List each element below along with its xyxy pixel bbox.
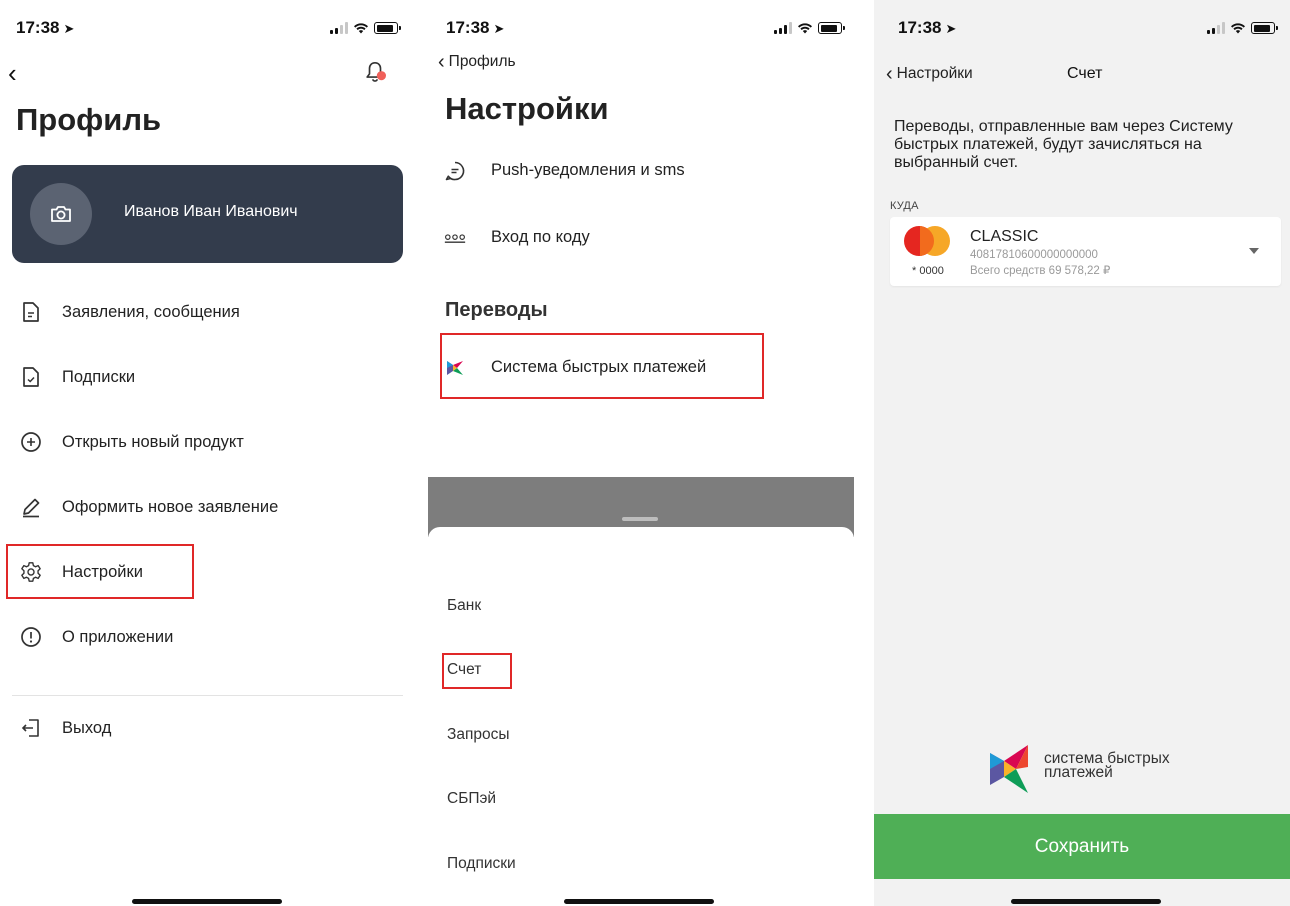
document-icon [20, 301, 42, 323]
sheet-grabber[interactable] [622, 517, 658, 521]
divider [12, 695, 403, 696]
menu-item-about[interactable]: О приложении [0, 617, 420, 657]
wifi-icon [1231, 23, 1245, 34]
avatar[interactable] [30, 183, 92, 245]
back-icon: ‹ [886, 63, 893, 85]
card-mask: * 0000 [912, 265, 944, 277]
pin-code-icon [444, 227, 466, 249]
sheet-item-bank[interactable]: Банк [447, 597, 481, 615]
description-text: Переводы, отправленные вам через Систему… [894, 118, 1233, 171]
profile-card[interactable]: Иванов Иван Иванович [12, 165, 403, 263]
menu-item-new-application[interactable]: Оформить новое заявление [0, 487, 420, 527]
menu-item-label: О приложении [62, 627, 174, 646]
account-select[interactable]: * 0000 CLASSIC 40817810600000000000 Всег… [890, 217, 1281, 286]
settings-item-label: Вход по коду [491, 228, 590, 246]
account-screen: 17:38 ➤ ‹ Настройки Счет Переводы, отправ… [874, 0, 1290, 906]
page-title: Профиль [16, 102, 162, 137]
status-icons [1207, 20, 1278, 36]
status-time: 17:38 ➤ [16, 18, 75, 37]
profile-screen: 17:38 ➤ ‹ Профиль Иванов Иван Иванович За… [0, 0, 420, 906]
highlight-account [442, 653, 512, 689]
sbp-logo-icon [990, 745, 1028, 793]
bottom-sheet [428, 527, 854, 906]
back-icon[interactable]: ‹ [8, 58, 17, 89]
section-title-transfers: Переводы [445, 299, 548, 321]
home-indicator [132, 899, 282, 904]
menu-item-label: Подписки [62, 367, 136, 386]
back-label: Профиль [448, 53, 516, 70]
save-button[interactable]: Сохранить [874, 814, 1290, 879]
location-arrow-icon: ➤ [945, 21, 957, 36]
cellular-signal-icon [774, 22, 792, 34]
status-icons [330, 20, 401, 36]
info-circle-icon [20, 626, 42, 648]
back-button[interactable]: ‹ Профиль [438, 52, 516, 72]
battery-icon [374, 22, 401, 34]
menu-item-label: Оформить новое заявление [62, 497, 279, 516]
status-time: 17:38 ➤ [446, 18, 505, 37]
status-time: 17:38 ➤ [898, 18, 957, 37]
cellular-signal-icon [330, 22, 348, 34]
dropdown-arrow-icon [1249, 248, 1259, 254]
status-bar: 17:38 ➤ [874, 18, 1290, 40]
menu-item-label: Открыть новый продукт [62, 432, 244, 451]
wifi-icon [354, 23, 368, 34]
highlight-settings [6, 544, 194, 599]
sheet-item-sbpay[interactable]: СБПэй [447, 790, 496, 808]
settings-item-label: Push-уведомления и sms [491, 161, 685, 179]
sbp-logo: система быстрых платежей [988, 743, 1188, 797]
camera-icon [51, 206, 71, 222]
bell-icon[interactable] [364, 60, 386, 84]
menu-item-label: Заявления, сообщения [62, 302, 240, 321]
menu-item-applications[interactable]: Заявления, сообщения [0, 292, 420, 332]
menu-item-new-product[interactable]: Открыть новый продукт [0, 422, 420, 462]
battery-icon [818, 22, 845, 34]
menu-item-label: Выход [62, 718, 112, 737]
profile-name: Иванов Иван Иванович [124, 203, 298, 220]
status-bar: 17:38 ➤ [0, 18, 420, 40]
status-bar: 17:38 ➤ [428, 18, 854, 40]
battery-icon [1251, 22, 1278, 34]
logout-icon [20, 717, 42, 739]
sbp-logo-line2: платежей [1044, 764, 1113, 781]
back-button[interactable]: ‹ Настройки [886, 64, 973, 84]
sheet-item-subscriptions[interactable]: Подписки [447, 855, 516, 873]
settings-item-pin-login[interactable]: Вход по коду [428, 218, 854, 258]
highlight-sbp [440, 333, 764, 399]
plus-circle-icon [20, 431, 42, 453]
wifi-icon [798, 23, 812, 34]
home-indicator [564, 899, 714, 904]
location-arrow-icon: ➤ [493, 21, 505, 36]
back-label: Настройки [896, 65, 973, 82]
account-balance: Всего средств 69 578,22 ₽ [970, 265, 1111, 277]
sheet-item-requests[interactable]: Запросы [447, 726, 510, 744]
cellular-signal-icon [1207, 22, 1225, 34]
settings-screen: 17:38 ➤ ‹ Профиль Настройки Push-уведомле… [428, 0, 854, 906]
home-indicator [1011, 899, 1161, 904]
status-icons [774, 20, 845, 36]
mastercard-icon [904, 226, 958, 256]
page-title: Настройки [445, 91, 609, 126]
nav-title: Счет [1067, 65, 1103, 82]
account-name: CLASSIC [970, 228, 1039, 245]
account-number: 40817810600000000000 [970, 249, 1098, 261]
sbp-logo-text: система быстрых платежей [1044, 751, 1170, 781]
menu-item-subscriptions[interactable]: Подписки [0, 357, 420, 397]
pencil-icon [20, 496, 42, 518]
settings-item-push[interactable]: Push-уведомления и sms [428, 151, 854, 191]
location-arrow-icon: ➤ [63, 21, 75, 36]
chat-bubble-icon [444, 160, 466, 182]
field-label-to: КУДА [890, 200, 919, 212]
menu-item-logout[interactable]: Выход [0, 708, 420, 748]
back-icon: ‹ [438, 51, 445, 73]
document-check-icon [20, 366, 42, 388]
